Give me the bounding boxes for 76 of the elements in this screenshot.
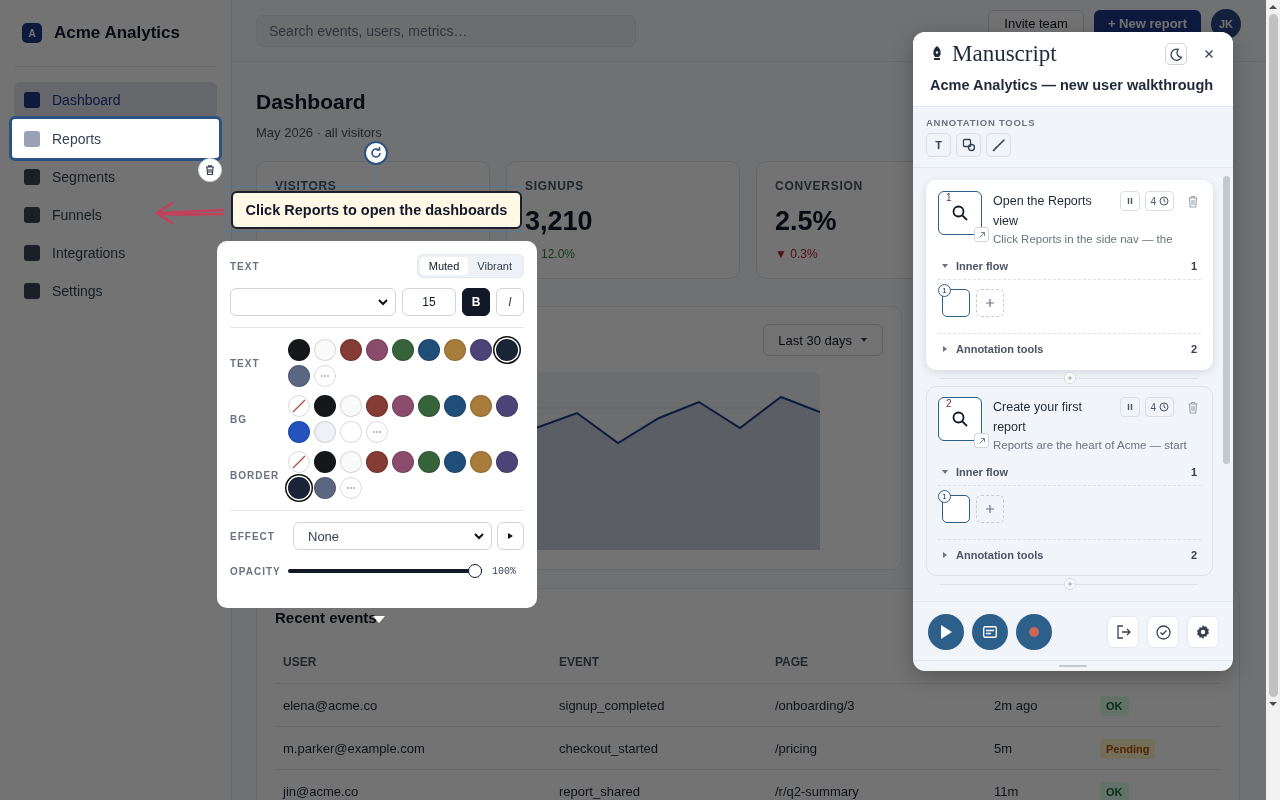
page-subtitle: May 2026 · all visitors [256, 125, 383, 140]
step-thumbnail[interactable]: 2 [938, 397, 982, 441]
panel-title: Manuscript [952, 41, 1057, 67]
sidebar-item[interactable]: Settings [14, 273, 217, 309]
column-header: PAGE [775, 655, 809, 669]
walkthrough-title: Acme Analytics — new user walkthrough [930, 77, 1215, 93]
column-header: USER [283, 655, 317, 669]
row-label: BORDER [230, 469, 281, 481]
step-title: Create your first report [993, 399, 1083, 436]
table-cell: 2m ago [994, 697, 1038, 713]
table-cell: /r/q2-summary [775, 783, 859, 799]
step-description: Click Reports in the side nav — the [993, 233, 1174, 245]
bold-button[interactable]: B [462, 288, 490, 316]
status-tag: OK [1100, 781, 1129, 800]
row-label: OPACITY [230, 565, 282, 577]
section-toggle[interactable]: Inner flow [956, 466, 1008, 478]
duration-button[interactable]: 4 [1145, 191, 1174, 211]
section-count: 1 [1190, 466, 1197, 478]
mode-option[interactable]: Vibrant [468, 257, 521, 275]
section-label: TEXT [230, 260, 261, 272]
duration-button[interactable]: 4 [1145, 397, 1174, 417]
opacity-value: 100% [492, 565, 516, 577]
status-tag: OK [1100, 695, 1129, 716]
app-name: Acme Analytics [54, 23, 180, 43]
stat-value: 3,210 [525, 206, 593, 237]
italic-button[interactable]: I [496, 288, 524, 316]
step-number: 1 [946, 192, 952, 203]
step-thumbnail[interactable]: 1 [938, 191, 982, 235]
mode-option[interactable]: Muted [419, 257, 469, 275]
step-card[interactable]: 2 Create your first report 4 Reports are the heart of Acme — start Inner flow 1 1 Annotation tools 2 [926, 386, 1213, 576]
table-cell: jin@acme.co [283, 783, 359, 799]
row-label: TEXT [230, 357, 261, 369]
table-cell: /onboarding/3 [775, 697, 855, 713]
table-cell: elena@acme.co [283, 697, 378, 713]
page-title: Dashboard [256, 90, 367, 114]
search-field[interactable]: Search events, users, metrics… [256, 14, 636, 47]
row-label: BG [230, 413, 248, 425]
status-tag: Pending [1100, 738, 1156, 759]
section-label: ANNOTATION TOOLS [926, 117, 1037, 128]
section-toggle[interactable]: Annotation tools [956, 343, 1044, 355]
text-tool-button[interactable]: T [926, 133, 951, 157]
inner-step-number: 1 [938, 490, 951, 503]
logo: A [22, 23, 42, 43]
stat-value: 2.5% [775, 206, 837, 237]
table-cell: report_shared [559, 783, 640, 799]
section-count: 2 [1190, 549, 1197, 561]
column-header: EVENT [559, 655, 599, 669]
stat-change: ▼ 0.3% [775, 247, 818, 261]
table-cell: m.parker@example.com [283, 740, 425, 756]
table-cell: signup_completed [559, 697, 665, 713]
inner-step-number: 1 [938, 284, 951, 297]
table-cell: 11m [994, 783, 1019, 799]
table-cell: /pricing [775, 740, 817, 756]
section-toggle[interactable]: Annotation tools [956, 549, 1044, 561]
section-toggle[interactable]: Inner flow [956, 260, 1008, 272]
stat-label: SIGNUPS [525, 179, 585, 193]
range-dropdown[interactable]: Last 30 days [763, 324, 883, 356]
stat-change: 12.0% [541, 247, 576, 261]
sidebar-item[interactable]: Funnels [14, 197, 217, 233]
sidebar-item[interactable]: Reports [9, 116, 222, 161]
font-size-field[interactable]: 15 [402, 288, 456, 316]
step-description: Reports are the heart of Acme — start [993, 439, 1188, 451]
step-number: 2 [946, 398, 952, 409]
stat-label: VISITORS [275, 179, 337, 193]
section-count: 1 [1190, 260, 1197, 272]
step-title: Open the Reports view [993, 193, 1093, 230]
step-card[interactable]: 1 Open the Reports view 4 Click Reports in the side nav — the Inner flow 1 1 Annotation tools 2 [926, 180, 1213, 370]
card-title: Recent events [275, 609, 377, 626]
effect-dropdown[interactable]: None [293, 522, 492, 550]
table-cell: checkout_started [559, 740, 658, 756]
row-label: EFFECT [230, 530, 276, 542]
table-cell: 5m [994, 740, 1013, 756]
stat-label: CONVERSION [775, 179, 863, 193]
sidebar-item[interactable]: Integrations [14, 235, 217, 271]
section-count: 2 [1190, 343, 1197, 355]
tooltip: Click Reports to open the dashboards [231, 191, 522, 229]
